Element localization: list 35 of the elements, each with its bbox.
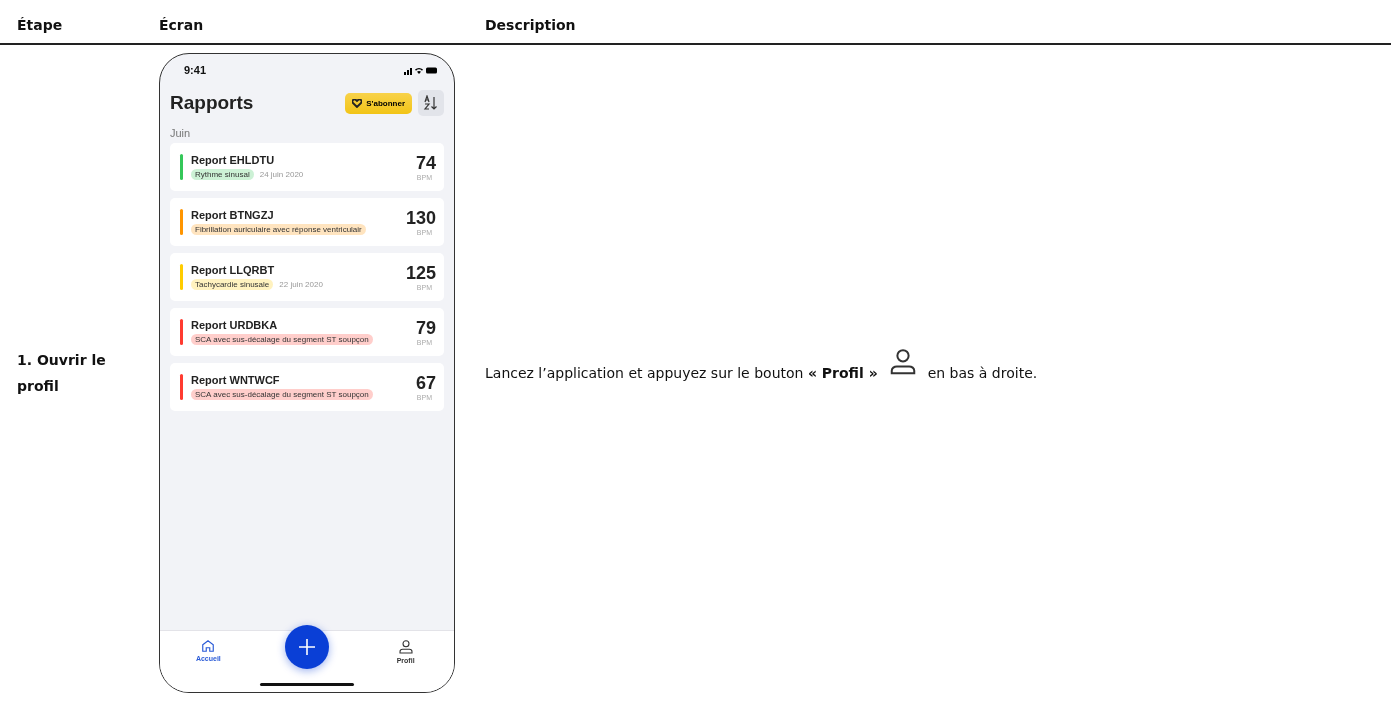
step-label: 1. Ouvrir le profil	[16, 351, 107, 396]
person-icon	[397, 639, 414, 655]
add-button[interactable]	[285, 625, 329, 669]
home-icon	[201, 639, 216, 653]
diagnosis-tag: Rythme sinusal	[191, 169, 254, 180]
report-date: 24 juin 2020	[259, 170, 304, 179]
report-name: Report BTNGZJ	[191, 209, 275, 221]
sort-button[interactable]	[418, 90, 444, 116]
bpm-value: 125	[405, 263, 436, 284]
report-name: Report URDBKA	[191, 319, 279, 331]
column-header: Description	[485, 0, 1391, 45]
subscribe-button[interactable]: S'abonner	[345, 92, 412, 114]
status-time: 9:41	[184, 64, 207, 76]
bpm-value: 67	[415, 373, 436, 394]
section-label: Juin	[169, 126, 192, 141]
report-name: Report WNTWCF	[191, 374, 281, 386]
bpm-value: 130	[405, 208, 436, 229]
plus-icon	[298, 638, 316, 656]
diagnosis-tag: SCA avec sus-décalage du segment ST soupçon	[191, 389, 373, 400]
diagnosis-tag: Tachycardie sinusale	[191, 279, 274, 290]
heart-icon	[352, 98, 363, 108]
status-icons	[404, 65, 438, 75]
sort-icon	[423, 95, 439, 111]
bpm-value: 74	[415, 153, 436, 174]
report-name: Report EHLDTU	[191, 154, 276, 166]
column-header: Étape	[0, 0, 159, 45]
diagnosis-tag: SCA avec sus-décalage du segment ST soupçon	[191, 334, 373, 345]
bpm-value: 79	[415, 318, 436, 339]
report-date: 22 juin 2020	[279, 280, 323, 289]
column-header: Écran	[159, 0, 485, 45]
report-name: Report LLQRBT	[191, 264, 276, 276]
screen-title: Rapports	[170, 92, 255, 114]
description-text: Lancez l’application et appuyez sur le bouton « Profil »	[485, 365, 878, 381]
description-text: en bas à droite.	[927, 365, 1038, 381]
diagnosis-tag: Fibrillation auriculaire avec réponse ventriculair	[191, 224, 366, 235]
